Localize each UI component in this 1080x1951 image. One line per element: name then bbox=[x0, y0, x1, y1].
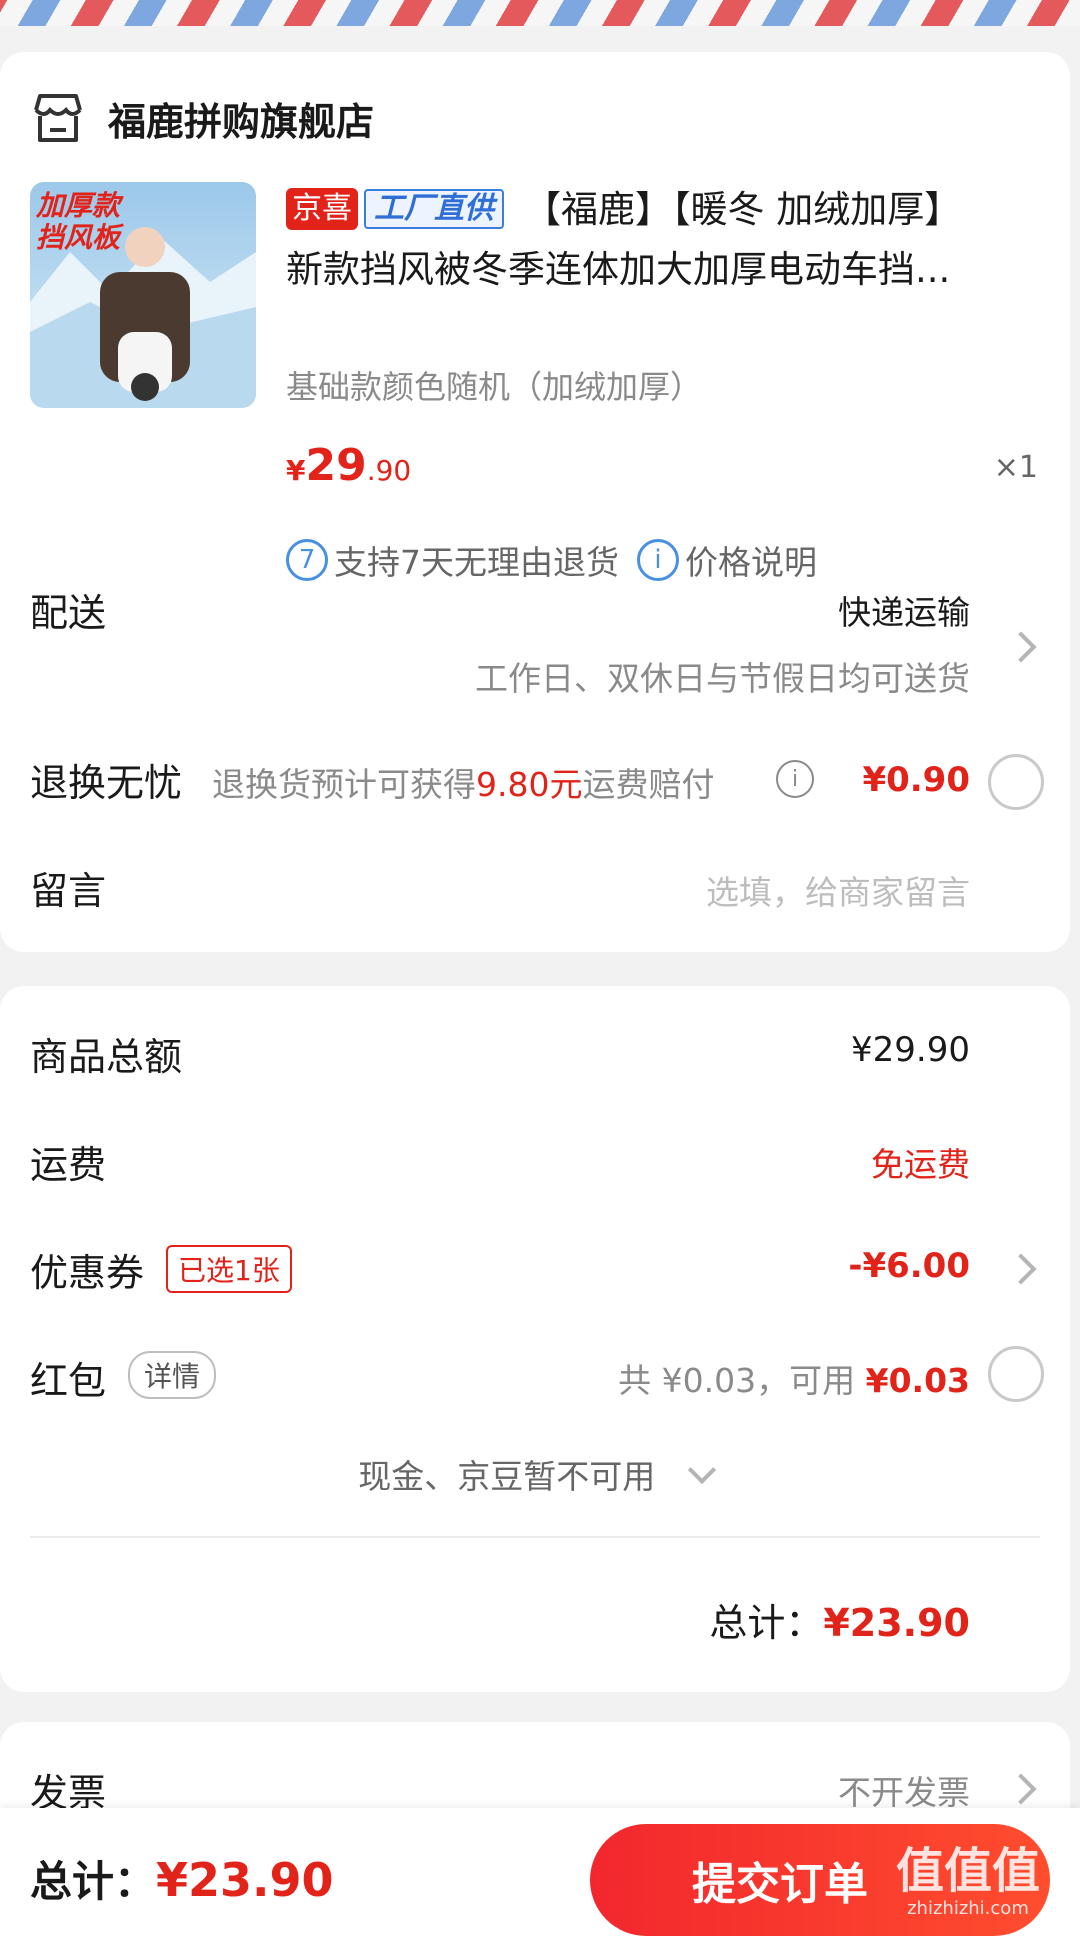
product-price: ¥29.90 bbox=[286, 440, 411, 491]
goods-total-value: ¥29.90 bbox=[851, 1030, 970, 1070]
watermark-logo: 值值值 zhizhizhi.com bbox=[896, 1844, 1040, 1920]
invoice-value[interactable]: 不开发票 bbox=[838, 1766, 970, 1814]
order-item-card: 福鹿拼购旗舰店 加厚款 挡风板 京喜 工厂直供 【福鹿】【暖冬 加绒加厚】 新款… bbox=[0, 52, 1070, 952]
return-desc-amount: 9.80元 bbox=[476, 765, 583, 804]
goods-total-label: 商品总额 bbox=[30, 1035, 183, 1079]
chevron-down-icon bbox=[687, 1455, 716, 1485]
cash-beans-toggle[interactable]: 现金、京豆暂不可用 bbox=[0, 1450, 1070, 1498]
redpacket-value: 共 ¥0.03，可用 ¥0.03 bbox=[618, 1354, 970, 1402]
return-desc-prefix: 退换货预计可获得 bbox=[212, 765, 476, 804]
return-insurance-price: ¥0.90 bbox=[862, 760, 970, 800]
return-insurance-radio[interactable] bbox=[988, 754, 1044, 810]
store-icon bbox=[34, 94, 82, 142]
checkout-bar: 总计：¥23.90 提交订单 值值值 zhizhizhi.com bbox=[0, 1808, 1080, 1951]
service-promises: 7 支持7天无理由退货 i 价格说明 bbox=[286, 536, 817, 584]
price-currency: ¥ bbox=[286, 454, 306, 487]
jingxi-tag: 京喜 bbox=[286, 188, 358, 230]
chevron-right-icon[interactable] bbox=[1005, 1253, 1037, 1285]
bottom-total-label: 总计： bbox=[30, 1857, 157, 1906]
redpacket-row: 红包 详情 bbox=[30, 1350, 217, 1405]
info-icon: i bbox=[637, 539, 679, 581]
submit-order-button[interactable]: 提交订单 值值值 zhizhizhi.com bbox=[590, 1824, 1050, 1936]
cash-beans-note: 现金、京豆暂不可用 bbox=[358, 1457, 656, 1496]
product-title-line2: 新款挡风被冬季连体加大加厚电动车挡... bbox=[286, 248, 951, 291]
coupon-label: 优惠券 bbox=[30, 1251, 145, 1295]
price-decimal: .90 bbox=[366, 454, 412, 487]
delivery-label: 配送 bbox=[30, 591, 107, 635]
summary-total-label: 总计： bbox=[709, 1601, 824, 1645]
product-image-text: 加厚款 bbox=[36, 189, 121, 222]
summary-total-value: ¥23.90 bbox=[823, 1601, 970, 1645]
price-integer: 29 bbox=[305, 440, 367, 491]
price-info-link[interactable]: 价格说明 bbox=[685, 536, 817, 584]
seven-day-icon: 7 bbox=[286, 539, 328, 581]
product-image[interactable]: 加厚款 挡风板 bbox=[30, 182, 256, 408]
return-desc-suffix: 运费赔付 bbox=[582, 765, 715, 804]
info-icon[interactable]: i bbox=[776, 760, 814, 798]
delivery-method[interactable]: 快递运输 bbox=[838, 586, 970, 634]
seven-day-return-text[interactable]: 支持7天无理由退货 bbox=[334, 536, 619, 584]
delivery-desc: 工作日、双休日与节假日均可送货 bbox=[475, 659, 970, 698]
watermark-url: zhizhizhi.com bbox=[907, 1898, 1029, 1919]
product-image-text: 挡风板 bbox=[36, 221, 121, 254]
factory-direct-tag: 工厂直供 bbox=[364, 189, 504, 229]
return-insurance-desc: 退换货预计可获得9.80元运费赔付 bbox=[212, 758, 714, 806]
store-name: 福鹿拼购旗舰店 bbox=[108, 99, 375, 144]
bottom-total: 总计：¥23.90 bbox=[30, 1848, 334, 1909]
redpacket-radio[interactable] bbox=[988, 1346, 1044, 1402]
message-label: 留言 bbox=[30, 869, 107, 913]
redpacket-label: 红包 bbox=[30, 1359, 107, 1403]
airmail-stripe bbox=[0, 0, 1080, 26]
coupon-selected-badge: 已选1张 bbox=[166, 1245, 292, 1293]
product-quantity: ×1 bbox=[993, 450, 1038, 485]
submit-order-label: 提交订单 bbox=[692, 1859, 868, 1910]
redpacket-total: 共 ¥0.03，可用 bbox=[618, 1361, 866, 1400]
bottom-total-value: ¥23.90 bbox=[156, 1853, 334, 1907]
price-summary-card: 商品总额 ¥29.90 运费 免运费 优惠券 已选1张 -¥6.00 红包 详情 共… bbox=[0, 986, 1070, 1692]
summary-total: 总计：¥23.90 bbox=[709, 1592, 970, 1647]
divider bbox=[30, 1536, 1040, 1538]
shipping-value: 免运费 bbox=[871, 1145, 970, 1184]
return-insurance-label: 退换无忧 bbox=[30, 761, 183, 805]
product-title[interactable]: 京喜 工厂直供 【福鹿】【暖冬 加绒加厚】 新款挡风被冬季连体加大加厚电动车挡... bbox=[286, 180, 1046, 300]
store-header[interactable]: 福鹿拼购旗舰店 bbox=[30, 88, 374, 148]
product-title-line1: 【福鹿】【暖冬 加绒加厚】 bbox=[524, 188, 962, 231]
product-spec[interactable]: 基础款颜色随机（加绒加厚） bbox=[286, 362, 702, 408]
coupon-value[interactable]: -¥6.00 bbox=[848, 1246, 970, 1286]
shipping-label: 运费 bbox=[30, 1143, 107, 1187]
watermark-text: 值值值 bbox=[895, 1843, 1040, 1899]
message-input[interactable]: 选填，给商家留言 bbox=[706, 866, 970, 914]
redpacket-available: ¥0.03 bbox=[865, 1361, 970, 1400]
chevron-right-icon[interactable] bbox=[1005, 1773, 1037, 1805]
coupon-row[interactable]: 优惠券 已选1张 bbox=[30, 1242, 292, 1297]
chevron-right-icon[interactable] bbox=[1005, 631, 1037, 663]
redpacket-detail-button[interactable]: 详情 bbox=[128, 1351, 217, 1399]
